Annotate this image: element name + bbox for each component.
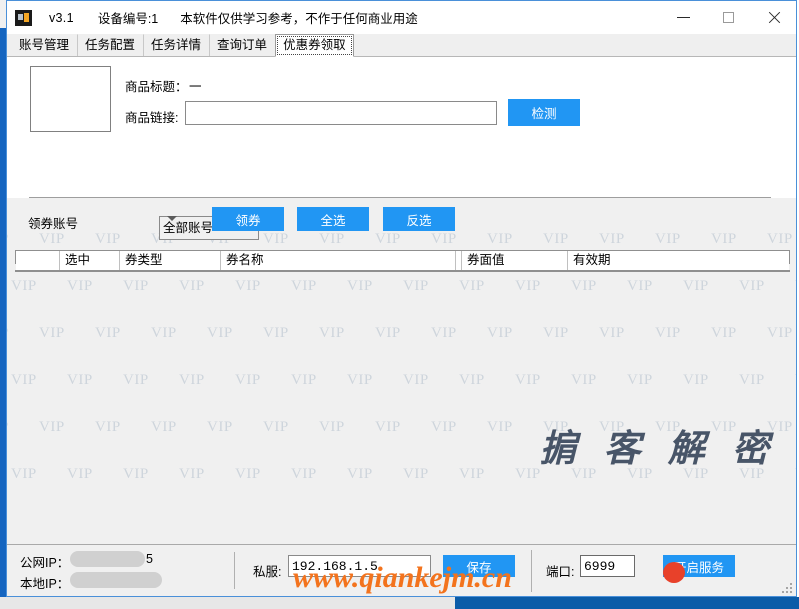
tab-account-management[interactable]: 账号管理 (11, 34, 78, 56)
public-ip-tail: 5 (146, 552, 153, 566)
invert-selection-button[interactable]: 反选 (383, 207, 455, 231)
vip-watermark-tile: VIP (123, 466, 149, 482)
vip-watermark-tile: VIP (795, 278, 796, 295)
local-ip-redacted-value (70, 572, 162, 588)
resize-grip[interactable] (782, 583, 793, 594)
coupon-toolbar: 领券账号 全部账号 领券 全选 反选 (7, 198, 796, 246)
coupon-table-header-rule (15, 270, 790, 272)
product-panel: 商品标题： 一 商品链接: 检测 (7, 57, 796, 198)
vip-watermark-tile: VIP (179, 466, 205, 482)
coupon-table-column-header[interactable] (16, 251, 60, 271)
detect-button[interactable]: 检测 (508, 99, 580, 126)
vip-watermark-tile: VIP (767, 419, 793, 435)
status-bar: 公网IP： 5 本地IP： 私服: 保存 端口: 开启服务 (7, 544, 796, 596)
tab-task-details[interactable]: 任务详情 (143, 34, 210, 56)
coupon-account-select-wrapper[interactable]: 全部账号 (83, 207, 259, 240)
tab-task-config[interactable]: 任务配置 (77, 34, 144, 56)
vip-watermark-tile: VIP (291, 466, 317, 482)
vip-watermark-tile: VIP (319, 419, 345, 435)
taskbar-left (0, 597, 455, 609)
vip-watermark-tile: VIP (711, 419, 737, 435)
window-controls (661, 1, 796, 34)
vip-watermark-tile: VIP (67, 466, 93, 482)
minimize-icon (677, 17, 690, 18)
coupon-table-column-header[interactable]: 选中 (60, 251, 120, 271)
title-bar: v3.1 设备编号:1 本软件仅供学习参考，不作于任何商业用途 (7, 1, 796, 34)
vip-watermark-tile: VIP (655, 419, 681, 435)
vip-watermark-tile: VIP (151, 419, 177, 435)
vip-watermark-tile: VIP (599, 419, 625, 435)
vip-watermark-tile: VIP (431, 419, 457, 435)
device-number-label: 设备编号:1 (97, 12, 159, 26)
private-server-input[interactable] (288, 555, 431, 577)
vip-watermark-tile: VIP (39, 419, 65, 435)
minimize-button[interactable] (661, 1, 706, 34)
vip-watermark-tile: VIP (515, 466, 541, 482)
coupon-account-label: 领券账号 (28, 217, 79, 231)
private-server-label: 私服: (253, 565, 282, 579)
vip-watermark-tile: VIP (683, 466, 709, 482)
coupon-table: 选中 券类型 券名称 券面值 有效期 (15, 250, 790, 271)
vip-watermark-tile: VIP (7, 325, 9, 342)
disclaimer-label: 本软件仅供学习参考，不作于任何商业用途 (180, 12, 418, 26)
coupon-table-header: 选中 券类型 券名称 券面值 有效期 (16, 251, 789, 271)
vip-watermark-tile: VIP (7, 419, 9, 436)
public-ip-redacted-value (70, 551, 145, 567)
vip-watermark-tile: VIP (795, 372, 796, 389)
port-label: 端口: (546, 565, 575, 579)
port-input[interactable] (580, 555, 635, 577)
maximize-button[interactable] (706, 1, 751, 34)
vip-watermark-tile: VIP (795, 466, 796, 483)
coupon-table-column-header[interactable]: 有效期 (568, 251, 796, 271)
tab-coupon-claim[interactable]: 优惠券领取 (275, 34, 354, 57)
vip-watermark-tile: VIP (263, 419, 289, 435)
local-ip-label: 本地IP： (20, 577, 70, 591)
application-window: v3.1 设备编号:1 本软件仅供学习参考，不作于任何商业用途 账号管理 任务配… (6, 0, 797, 597)
vip-watermark-tile: VIP (95, 419, 121, 435)
coupon-table-column-header[interactable]: 券类型 (120, 251, 221, 271)
product-title-label: 商品标题： (125, 80, 188, 94)
close-button[interactable] (751, 1, 796, 34)
vip-watermark-tile: VIP (487, 419, 513, 435)
public-ip-label: 公网IP： (20, 556, 70, 570)
close-icon (767, 11, 780, 24)
coupon-table-column-header[interactable]: 券面值 (462, 251, 568, 271)
vip-watermark-tile: VIP (375, 419, 401, 435)
select-all-button[interactable]: 全选 (297, 207, 369, 231)
product-link-input[interactable] (185, 101, 497, 125)
status-divider-1 (234, 552, 235, 589)
vip-watermark-tile: VIP (11, 466, 37, 482)
save-button[interactable]: 保存 (443, 555, 515, 577)
product-thumbnail (30, 66, 111, 132)
scroll-left-arrow-icon[interactable] (7, 152, 11, 161)
taskbar-right (455, 597, 799, 609)
vip-watermark-tile: VIP (627, 466, 653, 482)
product-title-value: 一 (189, 80, 202, 94)
status-divider-2 (531, 550, 532, 592)
vip-watermark-tile: VIP (347, 466, 373, 482)
vip-watermark-tile: VIP (543, 419, 569, 435)
product-link-label: 商品链接: (125, 111, 179, 125)
tab-bar: 账号管理 任务配置 任务详情 查询订单 优惠券领取 (7, 34, 796, 57)
brand-watermark-cn: 掮 客 解 密 (539, 429, 778, 470)
vip-watermark-tile: VIP (235, 466, 261, 482)
vip-watermark-tile: VIP (403, 466, 429, 482)
coupon-table-column-header[interactable]: 券名称 (221, 251, 456, 271)
coupon-table-body[interactable] (15, 272, 790, 404)
vip-watermark-tile: VIP (459, 466, 485, 482)
vip-watermark-tile: VIP (739, 466, 765, 482)
app-logo-icon (15, 9, 32, 26)
claim-coupon-button[interactable]: 领券 (212, 207, 284, 231)
page-content: VIP VIP VIP VIP VIP VIP VIP VIP VIP VIP VIP VIP VIP V… (7, 57, 796, 544)
maximize-icon (723, 12, 734, 23)
app-version-label: v3.1 (49, 10, 74, 25)
tab-query-orders[interactable]: 查询订单 (209, 34, 276, 56)
start-service-button[interactable]: 开启服务 (663, 555, 735, 577)
vip-watermark-tile: VIP (571, 466, 597, 482)
desktop-background: v3.1 设备编号:1 本软件仅供学习参考，不作于任何商业用途 账号管理 任务配… (0, 0, 799, 609)
vip-watermark-tile: VIP (207, 419, 233, 435)
